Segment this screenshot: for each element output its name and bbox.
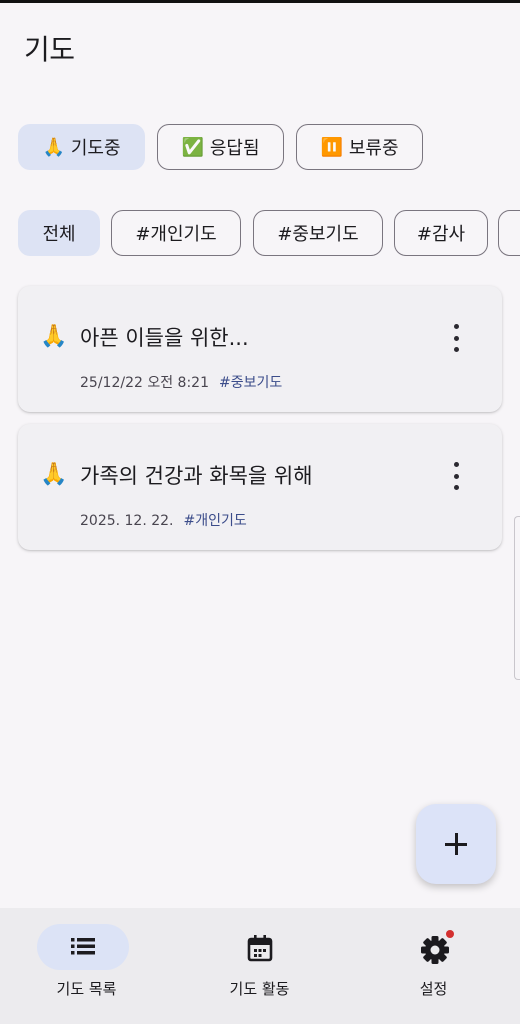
- nav-item-settings[interactable]: 설정: [347, 908, 520, 1024]
- add-prayer-button[interactable]: [416, 804, 496, 884]
- tag-chip-thanks[interactable]: #감사: [394, 210, 488, 256]
- tag-chip-label: #감사: [416, 224, 466, 245]
- prayer-title: 가족의 건강과 화목을 위해: [80, 464, 313, 488]
- status-bar-edge: [0, 0, 520, 3]
- tag-chip-label: #개인기도: [135, 224, 217, 245]
- nav-label: 기도 목록: [56, 980, 117, 998]
- prayer-tag: #개인기도: [183, 513, 247, 529]
- tag-chip-label: #중보기도: [277, 224, 359, 245]
- bottom-navigation: 기도 목록 기도 활동 설정: [0, 908, 520, 1024]
- more-options-icon[interactable]: [446, 324, 466, 352]
- tag-chip-intercession[interactable]: #중보기도: [253, 210, 383, 256]
- prayer-title: 아픈 이들을 위한...: [80, 326, 249, 350]
- plus-icon: [445, 833, 467, 855]
- prayer-date: 25/12/22 오전 8:21: [80, 375, 209, 391]
- check-mark-icon: ✅: [181, 136, 204, 158]
- praying-hands-icon: 🙏: [42, 136, 65, 158]
- page-title: 기도: [24, 33, 75, 66]
- filter-chip-on-hold[interactable]: ⏸️ 보류중: [296, 124, 423, 170]
- filter-chip-label: 기도중: [70, 138, 121, 159]
- filter-chip-praying[interactable]: 🙏 기도중: [18, 124, 145, 170]
- filter-chip-label: 보류중: [348, 138, 399, 159]
- nav-item-prayer-list[interactable]: 기도 목록: [0, 908, 173, 1024]
- prayer-card[interactable]: 🙏 아픈 이들을 위한... 25/12/22 오전 8:21 #중보기도: [18, 286, 502, 412]
- prayer-tag: #중보기도: [218, 375, 283, 391]
- tag-chip-all[interactable]: 전체: [18, 210, 100, 256]
- prayer-card[interactable]: 🙏 가족의 건강과 화목을 위해 2025. 12. 22. #개인기도: [18, 424, 502, 550]
- prayer-date: 2025. 12. 22.: [80, 513, 174, 529]
- tag-chip-label: 전체: [42, 224, 76, 245]
- praying-hands-icon: 🙏: [40, 462, 68, 487]
- tag-chip-personal[interactable]: #개인기도: [111, 210, 241, 256]
- filter-chip-answered[interactable]: ✅ 응답됨: [157, 124, 284, 170]
- gear-icon: [421, 936, 449, 964]
- list-icon: [71, 938, 95, 955]
- praying-hands-icon: 🙏: [40, 324, 68, 349]
- nav-label: 설정: [419, 980, 448, 998]
- nav-label: 기도 활동: [229, 980, 290, 998]
- notification-badge: [446, 930, 454, 938]
- filter-chip-label: 응답됨: [209, 138, 260, 159]
- calendar-icon: [247, 935, 273, 962]
- pause-icon: ⏸️: [320, 136, 343, 158]
- tag-chip-overflow[interactable]: [498, 210, 520, 256]
- more-options-icon[interactable]: [446, 462, 466, 490]
- edge-handle[interactable]: [514, 516, 520, 680]
- nav-item-prayer-activity[interactable]: 기도 활동: [173, 908, 346, 1024]
- prayer-meta: 2025. 12. 22. #개인기도: [80, 510, 247, 530]
- prayer-meta: 25/12/22 오전 8:21 #중보기도: [80, 372, 282, 392]
